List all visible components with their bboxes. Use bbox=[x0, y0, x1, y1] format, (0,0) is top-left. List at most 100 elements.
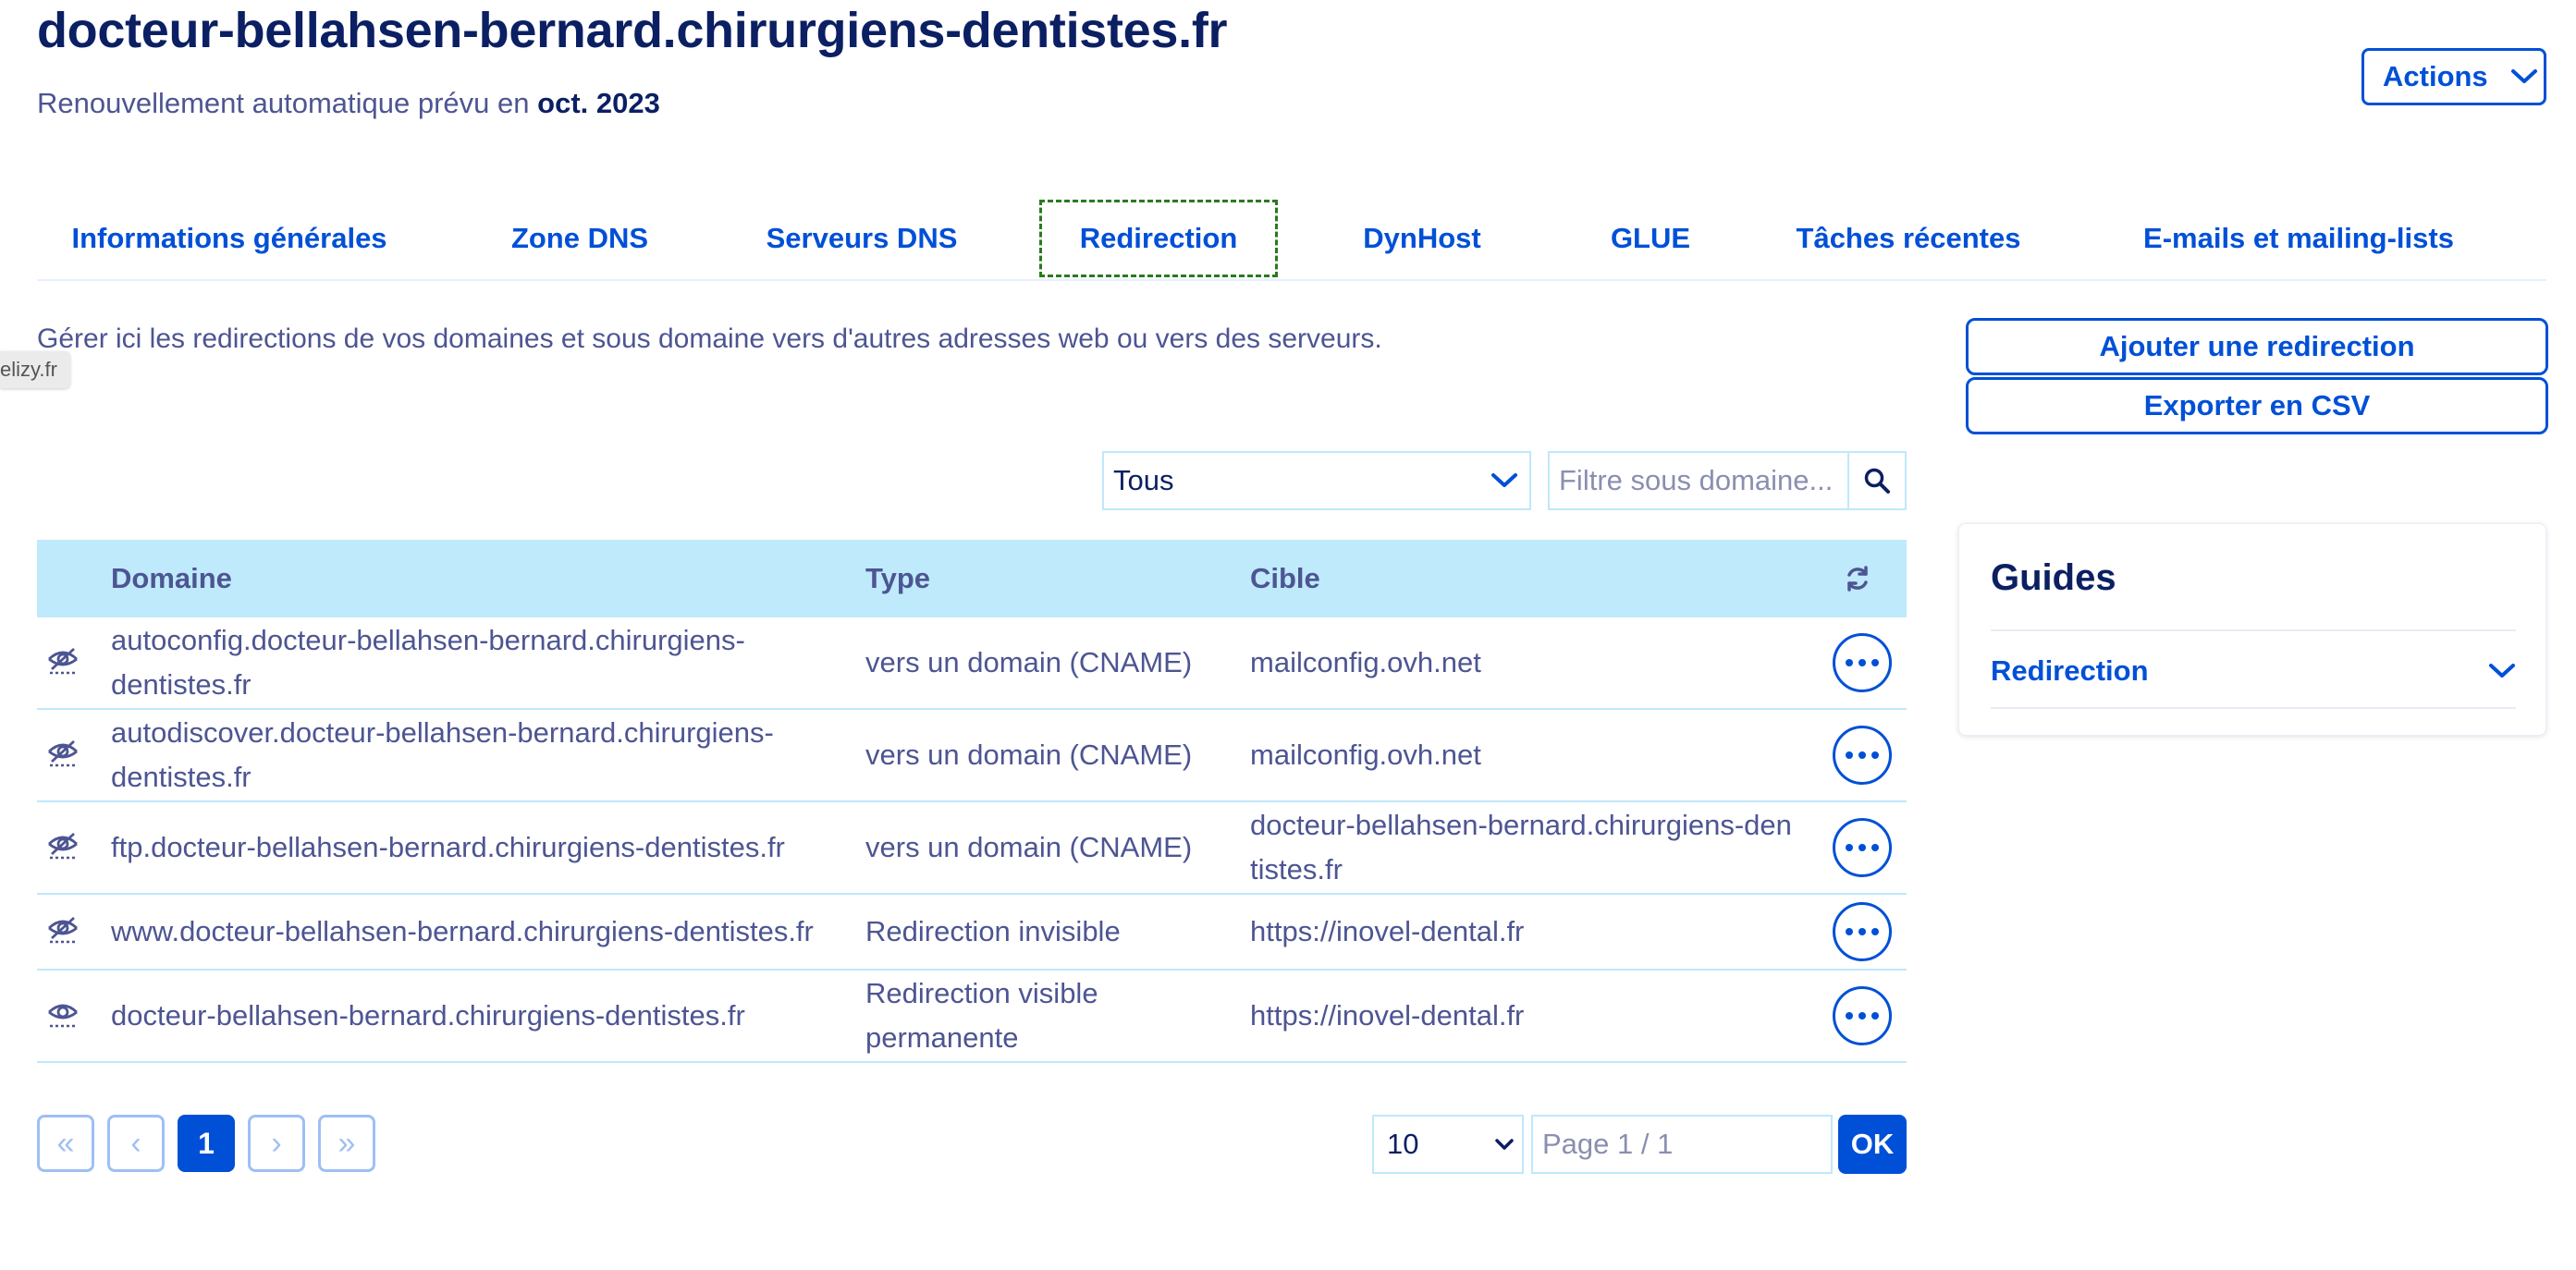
cell-domain-line: autoconfig.docteur-bellahsen-bernard.chi… bbox=[111, 624, 745, 656]
more-dots-icon bbox=[1846, 844, 1853, 851]
tab-informations-generales[interactable]: Informations générales bbox=[71, 200, 386, 277]
cell-type: vers un domain (CNAME) bbox=[865, 710, 1235, 800]
cell-domain-line: docteur-bellahsen-bernard.chirurgiens-de… bbox=[111, 999, 745, 1032]
cell-type-line: permanente bbox=[865, 1021, 1019, 1054]
refresh-icon bbox=[1847, 566, 1868, 592]
more-dots-icon bbox=[1858, 751, 1866, 759]
cell-type-line: Redirection visible bbox=[865, 977, 1098, 1009]
first-page-button[interactable]: « bbox=[37, 1115, 94, 1172]
tab-taches-recentes[interactable]: Tâches récentes bbox=[1797, 200, 2021, 277]
cell-domain-line: ftp.docteur-bellahsen-bernard.chirurgien… bbox=[111, 831, 785, 863]
cell-target: mailconfig.ovh.net bbox=[1250, 710, 1814, 800]
cell-target-line: mailconfig.ovh.net bbox=[1250, 646, 1481, 678]
redirections-table: Domaine Type Cible autoconfig.docteur-be… bbox=[37, 540, 1907, 1063]
header-target: Cible bbox=[1250, 562, 1320, 594]
cell-target-line: mailconfig.ovh.net bbox=[1250, 739, 1481, 771]
cell-type: vers un domain (CNAME) bbox=[865, 802, 1235, 893]
guide-item-redirection[interactable]: Redirection bbox=[1991, 633, 2516, 709]
chevron-down-icon bbox=[2489, 664, 2515, 678]
divider bbox=[1991, 629, 2516, 631]
prev-page-button[interactable]: ‹ bbox=[107, 1115, 165, 1172]
eye-icon[interactable] bbox=[46, 1000, 80, 1028]
add-redirection-button[interactable]: Ajouter une redirection bbox=[1966, 318, 2548, 375]
actions-label: Actions bbox=[2383, 60, 2488, 92]
renewal-prefix: Renouvellement automatique prévu en bbox=[37, 87, 530, 119]
cell-type: Redirection invisible bbox=[865, 895, 1235, 969]
search-button[interactable] bbox=[1847, 451, 1907, 510]
table-row: www.docteur-bellahsen-bernard.chirurgien… bbox=[37, 895, 1907, 971]
tab-zone-dns[interactable]: Zone DNS bbox=[501, 200, 658, 277]
next-page-button[interactable]: › bbox=[248, 1115, 305, 1172]
guides-title: Guides bbox=[1991, 557, 2116, 598]
cell-domain: autoconfig.docteur-bellahsen-bernard.chi… bbox=[111, 617, 851, 708]
type-filter-value: Tous bbox=[1113, 464, 1174, 496]
cell-type-line: vers un domain (CNAME) bbox=[865, 646, 1193, 678]
row-actions-button[interactable] bbox=[1833, 633, 1892, 692]
refresh-button[interactable] bbox=[1844, 540, 1871, 617]
divider bbox=[1991, 707, 2516, 709]
table-row: ftp.docteur-bellahsen-bernard.chirurgien… bbox=[37, 802, 1907, 895]
cell-domain-line: dentistes.fr bbox=[111, 761, 251, 793]
page-number-input[interactable] bbox=[1531, 1115, 1833, 1174]
table-row: autoconfig.docteur-bellahsen-bernard.chi… bbox=[37, 617, 1907, 710]
more-dots-icon bbox=[1846, 928, 1853, 935]
eye-slash-icon[interactable] bbox=[46, 916, 80, 944]
chevron-down-icon bbox=[2510, 69, 2537, 83]
guide-item-label: Redirection bbox=[1991, 654, 2149, 687]
eye-slash-icon[interactable] bbox=[46, 647, 80, 675]
tab-serveurs-dns[interactable]: Serveurs DNS bbox=[760, 200, 963, 277]
more-dots-icon bbox=[1871, 1012, 1879, 1020]
export-csv-button[interactable]: Exporter en CSV bbox=[1966, 377, 2548, 434]
tabs-bar: Informations générales Zone DNS Serveurs… bbox=[37, 200, 2546, 281]
cell-target-line: docteur-bellahsen-bernard.chirurgiens-de… bbox=[1250, 809, 1792, 841]
cell-target-line: tistes.fr bbox=[1250, 853, 1343, 885]
cell-target: https://inovel-dental.fr bbox=[1250, 895, 1814, 969]
more-dots-icon bbox=[1846, 659, 1853, 666]
cell-domain-line: autodiscover.docteur-bellahsen-bernard.c… bbox=[111, 716, 774, 749]
current-page-button[interactable]: 1 bbox=[178, 1115, 235, 1172]
more-dots-icon bbox=[1858, 928, 1866, 935]
table-header: Domaine Type Cible bbox=[37, 540, 1907, 617]
cell-type-line: Redirection invisible bbox=[865, 915, 1121, 947]
cell-domain-line: www.docteur-bellahsen-bernard.chirurgien… bbox=[111, 915, 814, 947]
row-actions-button[interactable] bbox=[1833, 902, 1892, 961]
cell-domain: www.docteur-bellahsen-bernard.chirurgien… bbox=[111, 895, 851, 969]
renewal-date: oct. 2023 bbox=[537, 87, 660, 119]
eye-slash-icon[interactable] bbox=[46, 832, 80, 860]
more-dots-icon bbox=[1871, 659, 1879, 666]
table-body: autoconfig.docteur-bellahsen-bernard.chi… bbox=[37, 617, 1907, 1063]
cell-target-line: https://inovel-dental.fr bbox=[1250, 999, 1525, 1032]
page-description: Gérer ici les redirections de vos domain… bbox=[37, 324, 1382, 354]
cell-target-line: https://inovel-dental.fr bbox=[1250, 915, 1525, 947]
table-row: docteur-bellahsen-bernard.chirurgiens-de… bbox=[37, 971, 1907, 1063]
more-dots-icon bbox=[1871, 928, 1879, 935]
tab-emails-mailing-lists[interactable]: E-mails et mailing-lists bbox=[2141, 200, 2456, 277]
per-page-select[interactable]: 10 bbox=[1372, 1115, 1524, 1174]
more-dots-icon bbox=[1858, 1012, 1866, 1020]
subdomain-filter-input[interactable] bbox=[1548, 451, 1849, 510]
more-dots-icon bbox=[1846, 1012, 1853, 1020]
eye-slash-icon[interactable] bbox=[46, 739, 80, 767]
hover-tooltip: elizy.fr bbox=[0, 351, 70, 388]
row-actions-button[interactable] bbox=[1833, 726, 1892, 785]
cell-domain-line: dentistes.fr bbox=[111, 668, 251, 701]
cell-domain: docteur-bellahsen-bernard.chirurgiens-de… bbox=[111, 971, 851, 1061]
more-dots-icon bbox=[1871, 844, 1879, 851]
tab-glue[interactable]: GLUE bbox=[1600, 200, 1701, 277]
ok-button[interactable]: OK bbox=[1838, 1115, 1907, 1174]
header-type: Type bbox=[865, 562, 931, 594]
row-actions-button[interactable] bbox=[1833, 986, 1892, 1045]
cell-domain: autodiscover.docteur-bellahsen-bernard.c… bbox=[111, 710, 851, 800]
guides-panel: Guides Redirection bbox=[1958, 523, 2546, 736]
last-page-button[interactable]: » bbox=[318, 1115, 375, 1172]
cell-domain: ftp.docteur-bellahsen-bernard.chirurgien… bbox=[111, 802, 851, 893]
page-title: docteur-bellahsen-bernard.chirurgiens-de… bbox=[37, 3, 1228, 58]
renewal-info: Renouvellement automatique prévu en oct.… bbox=[37, 87, 660, 120]
tab-dynhost[interactable]: DynHost bbox=[1348, 200, 1496, 277]
search-icon bbox=[1864, 468, 1890, 494]
row-actions-button[interactable] bbox=[1833, 818, 1892, 877]
type-filter-select[interactable]: Tous bbox=[1102, 451, 1531, 510]
tab-redirection[interactable]: Redirection bbox=[1039, 200, 1278, 277]
actions-button[interactable]: Actions bbox=[2361, 48, 2546, 105]
cell-target: https://inovel-dental.fr bbox=[1250, 971, 1814, 1061]
